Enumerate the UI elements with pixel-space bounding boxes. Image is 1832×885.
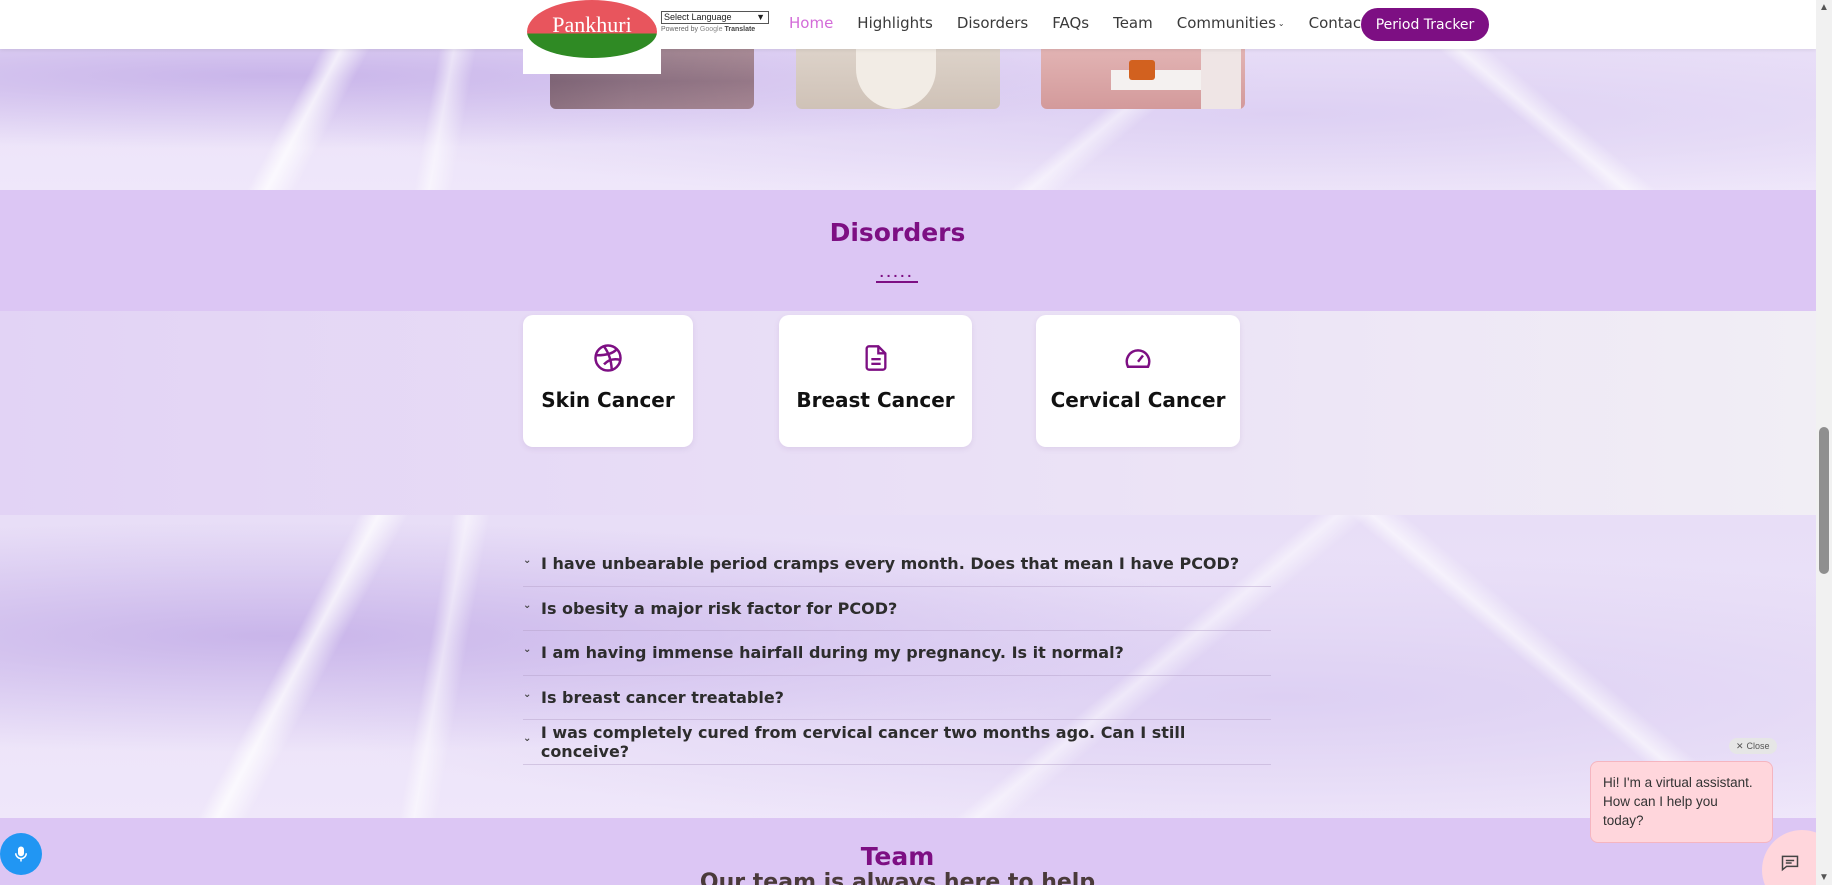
team-header-band: Team Our team is always here to help xyxy=(0,818,1816,885)
nav-home[interactable]: Home xyxy=(789,14,833,32)
faq-item[interactable]: ⌄ I am having immense hairfall during my… xyxy=(523,631,1271,676)
language-select[interactable]: Select Language ▼ xyxy=(661,11,769,24)
section-title-disorders: Disorders xyxy=(829,218,966,247)
disorder-card-label: Cervical Cancer xyxy=(1050,388,1226,412)
speedometer-icon xyxy=(1036,343,1240,373)
disorder-card-label: Breast Cancer xyxy=(796,388,955,412)
team-subtitle: Our team is always here to help xyxy=(699,870,1096,885)
dribbble-ball-icon xyxy=(523,343,693,373)
disorders-header-band: Disorders ..... xyxy=(0,190,1816,311)
nav-faqs[interactable]: FAQs xyxy=(1052,14,1089,32)
microphone-icon xyxy=(15,846,27,862)
disorder-card-skin-cancer[interactable]: Skin Cancer xyxy=(523,315,693,447)
faq-item[interactable]: ⌄ I was completely cured from cervical c… xyxy=(523,720,1271,765)
disorder-card-label: Skin Cancer xyxy=(541,388,675,412)
google-translate-widget: Select Language ▼ Powered by Google Tran… xyxy=(661,11,769,33)
title-dots-divider: ..... xyxy=(879,264,915,280)
highlight-image-card[interactable] xyxy=(1041,40,1245,109)
chevron-down-icon: ⌄ xyxy=(523,733,532,745)
scrollbar-thumb[interactable] xyxy=(1819,427,1829,574)
nav-communities[interactable]: Communities ⌄ xyxy=(1177,14,1285,32)
faq-item[interactable]: ⌄ Is obesity a major risk factor for PCO… xyxy=(523,587,1271,631)
faq-item[interactable]: ⌄ Is breast cancer treatable? xyxy=(523,676,1271,720)
chevron-down-icon: ⌄ xyxy=(523,688,532,700)
chat-greeting-bubble[interactable]: Hi! I'm a virtual assistant. How can I h… xyxy=(1590,761,1773,843)
chevron-down-icon: ⌄ xyxy=(523,644,532,656)
voice-assistant-button[interactable] xyxy=(0,833,42,875)
translate-link[interactable]: Translate xyxy=(724,26,755,33)
chat-close-button[interactable]: ✕ Close xyxy=(1729,738,1777,754)
disorder-card-cervical-cancer[interactable]: Cervical Cancer xyxy=(1036,315,1240,447)
period-tracker-button[interactable]: Period Tracker xyxy=(1361,8,1489,41)
chevron-down-icon: ⌄ xyxy=(523,599,532,611)
chevron-down-icon: ⌄ xyxy=(1277,19,1285,28)
close-icon: ✕ xyxy=(1736,740,1744,751)
scroll-up-icon[interactable]: ▲ xyxy=(1819,2,1829,13)
faq-accordion: ⌄ I have unbearable period cramps every … xyxy=(523,542,1271,765)
chevron-down-icon: ▼ xyxy=(756,12,765,22)
powered-by-google: Powered by Google Translate xyxy=(661,26,756,33)
main-nav: Home Highlights Disorders FAQs Team Comm… xyxy=(789,14,1415,32)
disorders-cards-area: Skin Cancer Breast Cancer Cervical Cance… xyxy=(0,311,1816,515)
disorder-card-breast-cancer[interactable]: Breast Cancer xyxy=(779,315,972,447)
faq-item[interactable]: ⌄ I have unbearable period cramps every … xyxy=(523,542,1271,587)
scroll-down-icon[interactable]: ▼ xyxy=(1819,872,1829,883)
nav-team[interactable]: Team xyxy=(1113,14,1153,32)
title-underline xyxy=(876,281,918,283)
site-logo[interactable]: Pankhuri xyxy=(523,0,661,74)
section-title-team: Team xyxy=(860,842,935,871)
chevron-down-icon: ⌄ xyxy=(523,555,532,567)
nav-disorders[interactable]: Disorders xyxy=(957,14,1028,32)
chat-icon xyxy=(1781,855,1799,872)
highlight-image-card[interactable] xyxy=(796,40,1000,109)
page-scrollbar[interactable]: ▲ ▼ xyxy=(1816,0,1832,885)
logo-text: Pankhuri xyxy=(552,12,632,37)
nav-highlights[interactable]: Highlights xyxy=(857,14,933,32)
document-icon xyxy=(779,343,972,373)
